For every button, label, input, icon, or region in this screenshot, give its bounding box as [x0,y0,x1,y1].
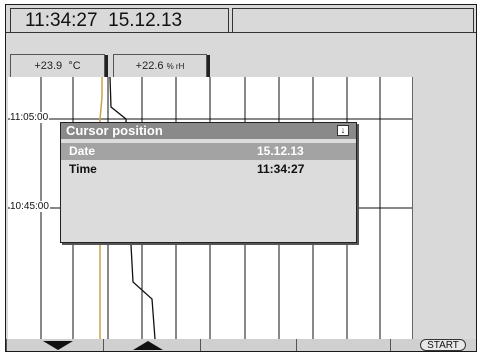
cursor-position-dialog[interactable]: Cursor position ↓ Date 15.12.13 Time 11:… [60,122,357,243]
chart-side-panel [412,77,476,339]
softkey-3[interactable] [200,339,296,351]
channel-tab-humidity[interactable]: +22.6 % rH [113,54,210,77]
recorder-screen: 11:34:27 15.12.13 +23.9 °C +22.6 % rH 11… [5,4,477,352]
header-bar: 11:34:27 15.12.13 [6,5,476,37]
start-label: START [420,339,466,351]
header-divider [6,32,476,33]
clock-time: 11:34:27 [25,10,98,31]
time-value: 11:34:27 [257,162,305,176]
time-label: Time [69,162,97,176]
tab-edge [207,55,210,77]
triangle-up-icon [133,341,163,350]
start-button[interactable]: START [390,339,476,351]
softkey-4[interactable] [296,339,390,351]
temperature-value: +23.9 [34,60,63,72]
download-arrow-icon[interactable]: ↓ [337,125,349,136]
humidity-value: +22.6 [135,60,164,72]
dialog-title: Cursor position [61,123,356,139]
humidity-unit: % rH [166,62,185,71]
scroll-down-button[interactable] [6,339,103,351]
time-label-lower: 10:45:00 [10,201,50,212]
date-label: Date [69,144,96,158]
temperature-unit: °C [68,60,81,72]
tab-edge [105,55,108,77]
softkey-bar: START [6,339,476,351]
date-value: 15.12.13 [257,144,304,158]
triangle-down-icon [43,341,73,350]
dialog-row-date: Date 15.12.13 [61,143,356,160]
channel-tab-temperature[interactable]: +23.9 °C [10,54,108,77]
time-label-upper: 11:05:00 [10,112,50,123]
header-status-field [232,8,474,32]
scroll-up-button[interactable] [103,339,200,351]
clock-display: 11:34:27 15.12.13 [10,8,229,32]
clock-date: 15.12.13 [108,10,183,31]
dialog-row-time: Time 11:34:27 [61,161,356,178]
